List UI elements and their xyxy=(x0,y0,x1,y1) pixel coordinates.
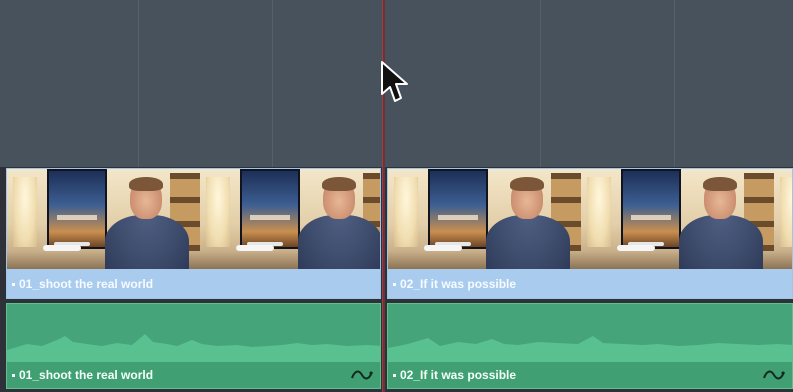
video-clip-name: 02_If it was possible xyxy=(388,277,516,291)
thumbnail-presenter-in-room xyxy=(388,169,581,269)
audio-keyframe-icon[interactable] xyxy=(350,367,374,383)
timeline-grid-line xyxy=(138,0,139,167)
thumbnail-presenter-in-room xyxy=(7,169,200,269)
timeline-grid-line xyxy=(540,0,541,167)
audio-keyframe-icon[interactable] xyxy=(762,367,786,383)
video-thumbnail-strip xyxy=(388,169,792,269)
audio-waveform xyxy=(388,336,792,362)
video-clip-label-bar: 01_shoot the real world xyxy=(7,269,380,298)
audio-clip-name: 02_If it was possible xyxy=(388,368,516,382)
audio-clip-label-bar: 01_shoot the real world xyxy=(7,362,380,388)
video-clip-name: 01_shoot the real world xyxy=(7,277,153,291)
video-clip-01[interactable]: 01_shoot the real world xyxy=(6,168,381,299)
audio-track: 01_shoot the real world 02_If it was pos… xyxy=(0,301,793,392)
clip-marker-dot xyxy=(393,374,396,378)
clip-marker-dot xyxy=(393,282,396,286)
video-clip-label-bar: 02_If it was possible xyxy=(388,269,792,298)
timeline-grid-line xyxy=(674,0,675,167)
playhead[interactable] xyxy=(382,0,385,392)
audio-waveform xyxy=(7,334,380,362)
clip-marker-dot xyxy=(12,374,15,378)
video-clip-02[interactable]: 02_If it was possible xyxy=(387,168,793,299)
pointer-arrow-icon xyxy=(381,61,408,102)
audio-clip-name: 01_shoot the real world xyxy=(7,368,153,382)
thumbnail-presenter-in-room xyxy=(774,169,792,269)
video-thumbnail-strip xyxy=(7,169,380,269)
timeline-panel[interactable]: 01_shoot the real world 02_If it was pos… xyxy=(0,0,793,392)
audio-clip-label-bar: 02_If it was possible xyxy=(388,362,792,388)
timeline-grid-line xyxy=(272,0,273,167)
audio-clip-01[interactable]: 01_shoot the real world xyxy=(6,303,381,389)
video-track: 01_shoot the real world 02_If it was pos… xyxy=(0,167,793,301)
thumbnail-presenter-in-room xyxy=(581,169,774,269)
audio-clip-02[interactable]: 02_If it was possible xyxy=(387,303,793,389)
clip-marker-dot xyxy=(12,282,15,286)
thumbnail-presenter-in-room xyxy=(200,169,380,269)
